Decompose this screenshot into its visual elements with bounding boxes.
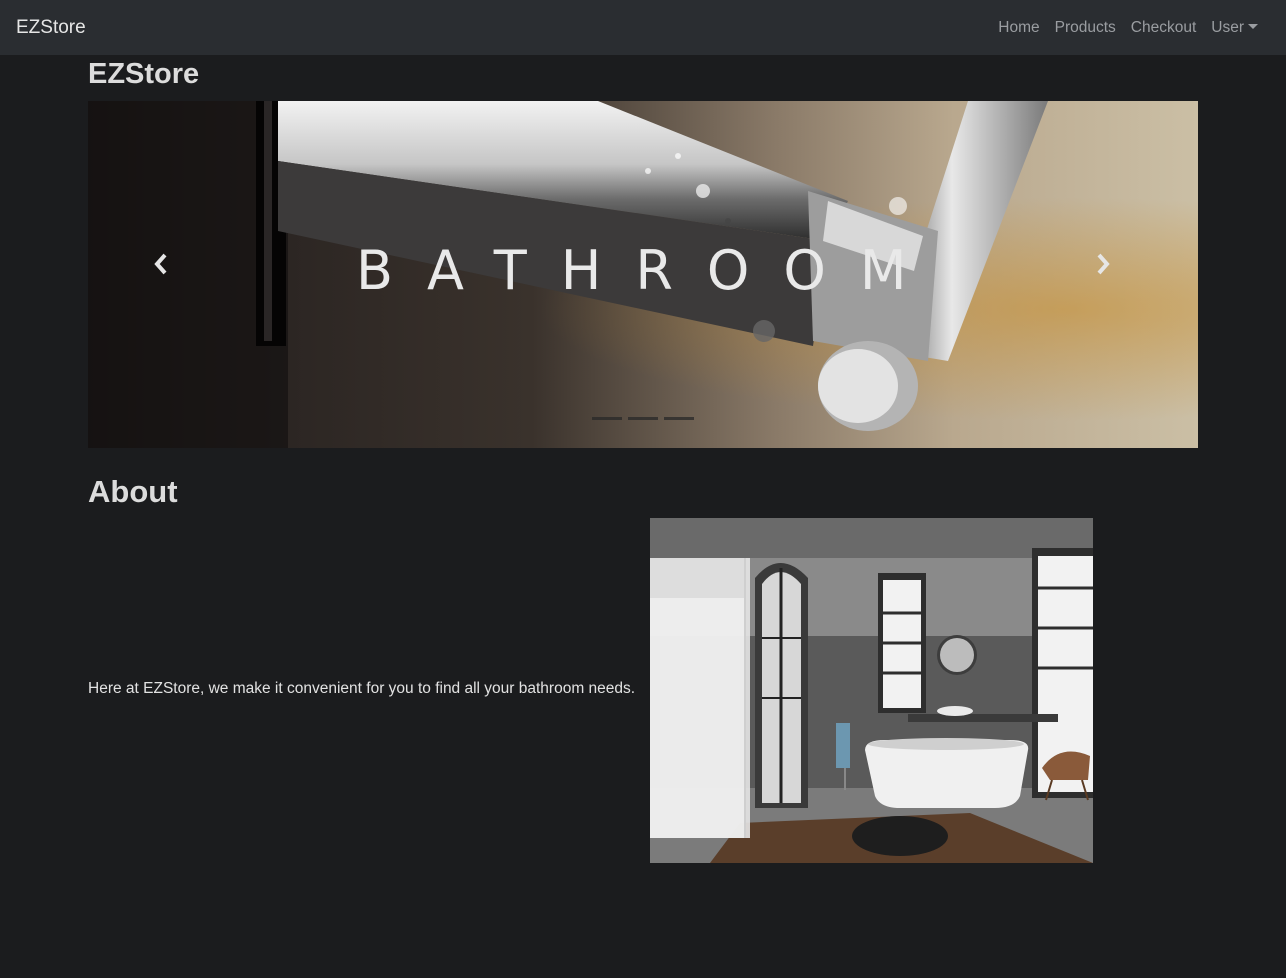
about-heading: About (88, 474, 178, 509)
carousel-indicator-2[interactable] (628, 417, 658, 420)
about-bathroom-image (650, 518, 1093, 863)
nav-checkout-link[interactable]: Checkout (1131, 19, 1196, 37)
hero-carousel: BATHROOM (88, 101, 1198, 448)
about-description: Here at EZStore, we make it convenient f… (88, 680, 636, 697)
page-title: EZStore (88, 58, 200, 90)
nav-user-label: User (1211, 18, 1244, 36)
top-navbar: EZStore Home Products Checkout User (0, 0, 1286, 55)
carousel-indicator-1[interactable] (592, 417, 622, 420)
nav-home-link[interactable]: Home (998, 19, 1039, 37)
carousel-indicators (592, 417, 694, 420)
caret-down-icon (1248, 23, 1258, 29)
nav-products-link[interactable]: Products (1055, 19, 1116, 37)
chevron-left-icon (154, 253, 167, 275)
carousel-next-button[interactable] (1094, 251, 1134, 295)
carousel-prev-button[interactable] (152, 251, 192, 295)
nav-links: Home Products Checkout User (998, 19, 1270, 37)
carousel-slide-text: BATHROOM (356, 239, 941, 302)
nav-user-dropdown[interactable]: User (1211, 19, 1258, 37)
navbar-brand[interactable]: EZStore (16, 17, 86, 39)
carousel-indicator-3[interactable] (664, 417, 694, 420)
chevron-right-icon (1097, 253, 1110, 275)
